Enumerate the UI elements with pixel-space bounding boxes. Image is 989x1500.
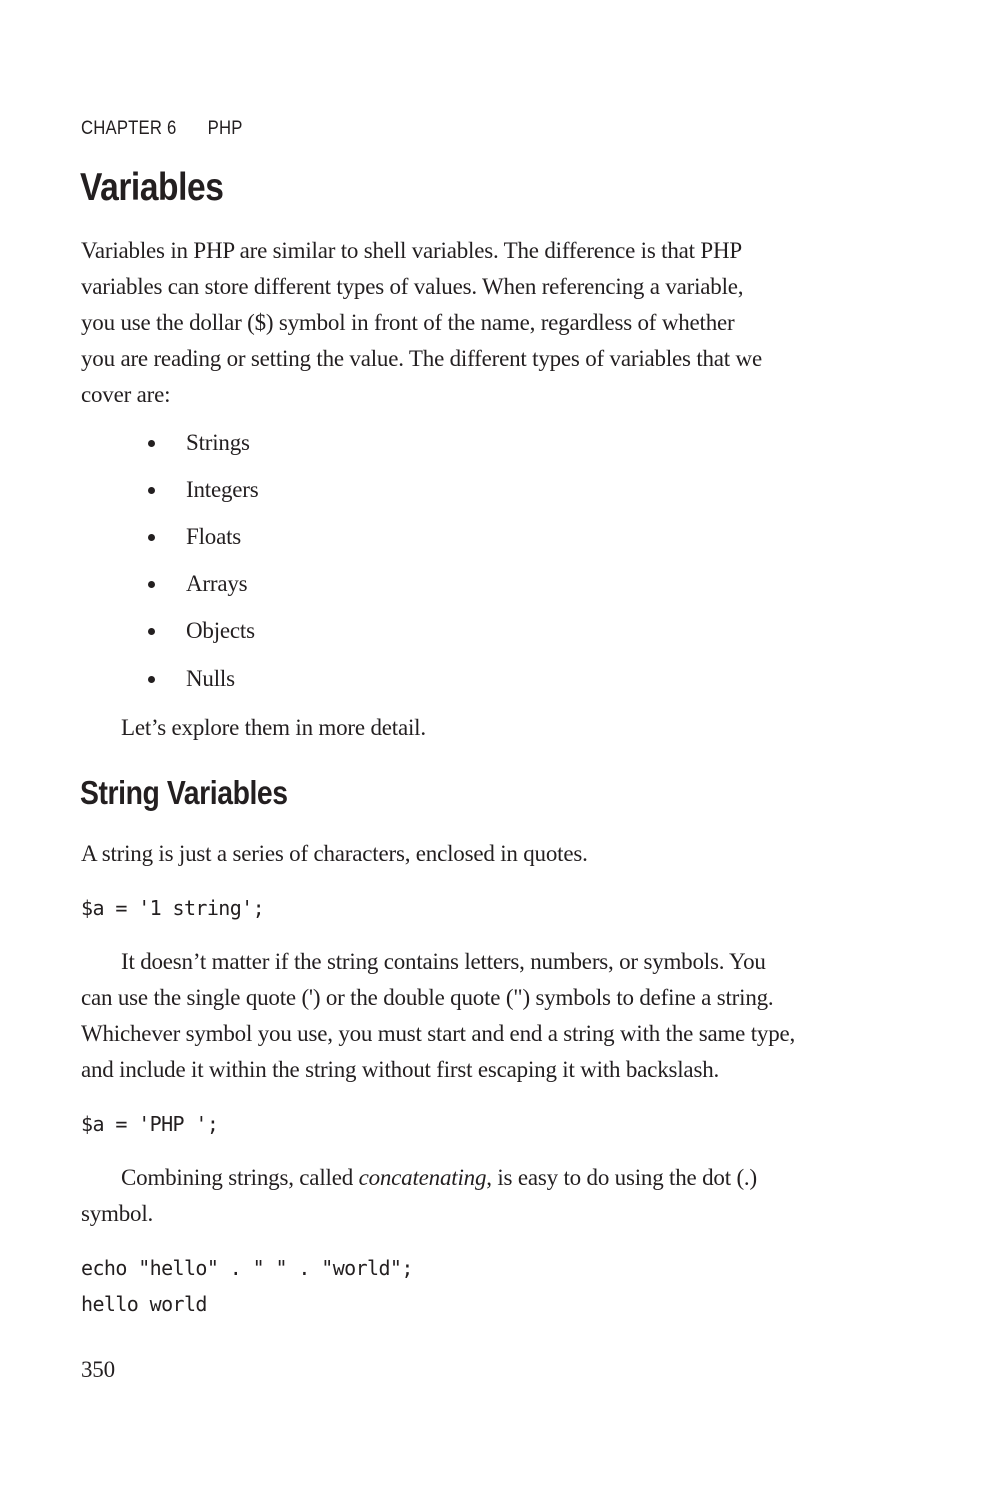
intro-line: variables can store different types of v… <box>81 274 744 299</box>
emphasis-term: concatenating <box>358 1165 487 1190</box>
intro-line: cover are: <box>81 382 171 407</box>
subsection-heading: String Variables <box>80 774 288 811</box>
code-example-1: $a = '1 string'; <box>81 896 265 920</box>
list-item-text: Floats <box>186 524 242 549</box>
paragraph-line: It doesn’t matter if the string contains… <box>121 949 766 974</box>
bullet-icon <box>148 487 155 494</box>
paragraph-line: Whichever symbol you use, you must start… <box>81 1021 796 1046</box>
outro-paragraph: Let’s explore them in more detail. <box>121 715 426 740</box>
bullet-icon <box>148 440 155 447</box>
section-heading: Variables <box>80 166 224 209</box>
list-item-text: Nulls <box>186 666 235 691</box>
list-item-text: Arrays <box>186 571 248 596</box>
text-run: Combining strings, called <box>121 1165 359 1190</box>
book-page: CHAPTER 6 PHP Variables Variables in PHP… <box>0 0 989 1500</box>
intro-line: you are reading or setting the value. Th… <box>81 346 762 371</box>
running-head: CHAPTER 6 PHP <box>81 118 243 140</box>
string-definition-paragraph: A string is just a series of characters,… <box>81 841 588 866</box>
text-run: , is easy to do using the dot (.) <box>486 1165 757 1190</box>
list-item-text: Objects <box>186 618 255 643</box>
paragraph-line: Combining strings, called concatenating,… <box>121 1160 757 1196</box>
list-item-text: Integers <box>186 477 259 502</box>
paragraph-line: and include it within the string without… <box>81 1057 720 1082</box>
paragraph-line: can use the single quote (') or the doub… <box>81 985 774 1010</box>
bullet-icon <box>148 581 155 588</box>
page-number: 350 <box>81 1357 115 1382</box>
code-output-line: hello world <box>81 1292 207 1316</box>
chapter-label: CHAPTER 6 <box>81 118 177 139</box>
intro-line: you use the dollar ($) symbol in front o… <box>81 310 735 335</box>
code-line: echo "hello" . " " . "world"; <box>81 1256 413 1280</box>
list-item-text: Strings <box>186 430 250 455</box>
bullet-icon <box>148 676 155 683</box>
chapter-title: PHP <box>207 118 243 139</box>
bullet-icon <box>148 628 155 635</box>
code-example-2: $a = 'PHP '; <box>81 1112 219 1136</box>
paragraph-line: symbol. <box>81 1201 154 1226</box>
bullet-icon <box>148 534 155 541</box>
intro-line: Variables in PHP are similar to shell va… <box>81 238 743 263</box>
